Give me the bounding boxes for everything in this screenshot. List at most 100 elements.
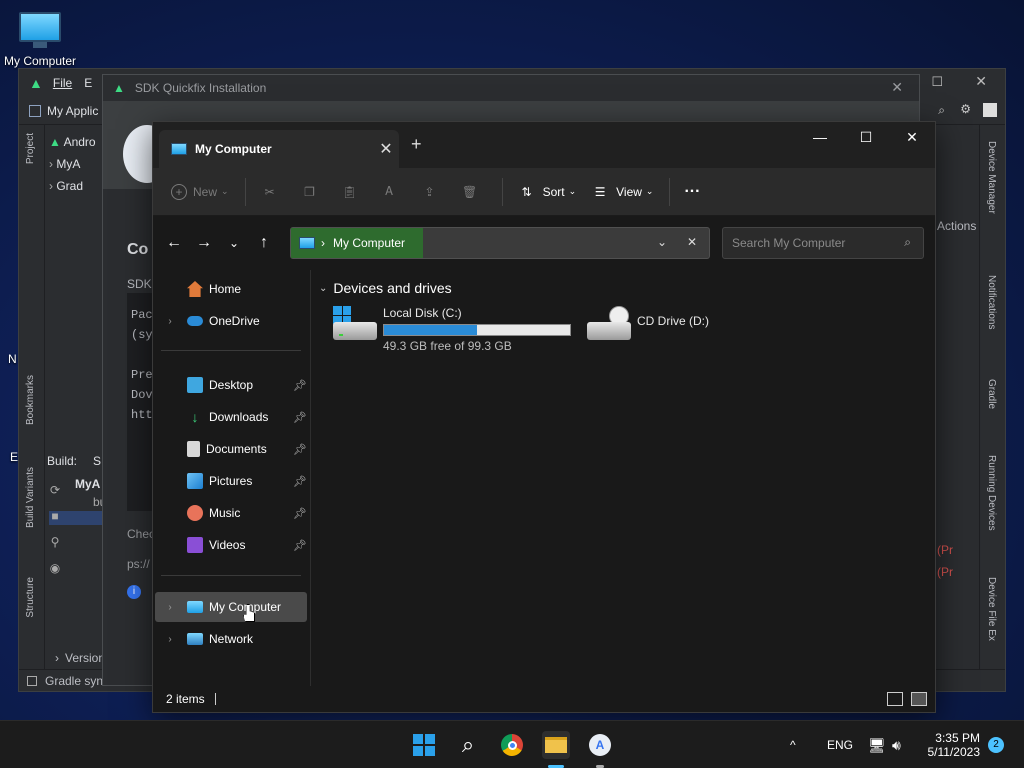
nav-item-home[interactable]: Home xyxy=(155,274,307,304)
details-view-icon[interactable] xyxy=(887,692,903,706)
file-explorer-icon[interactable] xyxy=(542,731,570,759)
menu-edit[interactable]: E xyxy=(84,76,92,90)
share-button[interactable]: ⇪ xyxy=(420,182,446,202)
close-icon[interactable]: ✕ xyxy=(975,73,987,90)
group-header-devices[interactable]: ⌄ Devices and drives xyxy=(319,280,452,296)
build-tab[interactable]: S xyxy=(93,454,101,468)
start-icon[interactable] xyxy=(410,731,438,759)
rename-button[interactable]: Ꭺ xyxy=(380,182,406,202)
version-control-tab[interactable]: › Version xyxy=(49,647,105,669)
paste-icon: 📋︎ xyxy=(341,184,358,199)
pin-icon[interactable]: 📌︎ xyxy=(293,411,307,424)
drive-usage-fill xyxy=(384,325,477,335)
tree-item[interactable]: › Grad xyxy=(49,175,96,197)
sort-button[interactable]: ⇅ Sort ⌄ xyxy=(517,182,577,202)
toolbar-separator xyxy=(244,177,246,206)
tab-my-computer[interactable]: My Computer ✕ xyxy=(159,130,399,168)
tab-notifications[interactable]: Notifications xyxy=(986,275,997,329)
network-tray-icon[interactable]: 🖥︎ xyxy=(868,721,886,768)
view-button[interactable]: ☰ View ⌄ xyxy=(590,182,654,202)
delete-button[interactable]: 🗑︎ xyxy=(460,182,486,202)
close-window-icon[interactable]: ✕ xyxy=(889,122,935,152)
avatar[interactable] xyxy=(983,103,997,117)
nav-item-desktop[interactable]: Desktop 📌︎ xyxy=(155,370,307,400)
android-studio-icon[interactable]: A xyxy=(586,731,614,759)
address-bar[interactable]: › My Computer ⌄ ✕ xyxy=(290,227,710,259)
paste-button[interactable]: 📋︎ xyxy=(340,182,366,202)
nav-item-my-computer[interactable]: › My Computer xyxy=(155,592,307,622)
close-icon[interactable]: ✕ xyxy=(891,79,903,96)
nav-item-onedrive[interactable]: › OneDrive xyxy=(155,306,307,336)
taskbar: ⌕ A ^ ENG 🖥︎ 🔊︎ 3:35 PM 5/11/2023 2 xyxy=(0,720,1024,768)
tab-bookmarks[interactable]: Bookmarks xyxy=(25,375,36,425)
maximize-icon[interactable]: ☐ xyxy=(843,122,889,152)
videos-icon xyxy=(187,537,203,553)
drive-free-space: 49.3 GB free of 99.3 GB xyxy=(383,339,512,353)
tree-item[interactable]: ▲ Andro xyxy=(49,131,96,153)
project-title[interactable]: My Applic xyxy=(47,104,98,118)
maximize-icon[interactable]: ☐ xyxy=(931,74,943,90)
language-indicator[interactable]: ENG xyxy=(827,721,853,768)
more-options-button[interactable]: ··· xyxy=(684,183,700,201)
gear-icon[interactable]: ⚙ xyxy=(960,102,971,116)
monitor-stand xyxy=(33,42,47,48)
tab-device-file-explorer[interactable]: Device File Ex xyxy=(986,577,997,641)
tray-overflow-icon[interactable]: ^ xyxy=(790,721,796,768)
nav-item-network[interactable]: › Network xyxy=(155,624,307,654)
tab-project[interactable]: Project xyxy=(25,133,36,164)
notification-badge[interactable]: 2 xyxy=(988,737,1004,753)
nav-item-documents[interactable]: Documents 📌︎ xyxy=(155,434,307,464)
up-arrow-icon[interactable]: ↑ xyxy=(249,234,279,252)
pin-icon[interactable]: 📌︎ xyxy=(293,443,307,456)
drive-item[interactable]: CD Drive (D:) xyxy=(587,306,709,342)
downloads-icon: ↓ xyxy=(191,409,199,425)
actions-label[interactable]: Actions xyxy=(937,219,976,233)
forward-arrow-icon[interactable]: → xyxy=(189,234,219,252)
volume-icon[interactable]: 🔊︎ xyxy=(892,721,901,768)
close-tab-icon[interactable]: ✕ xyxy=(373,139,399,159)
copy-button[interactable]: ❐ xyxy=(300,182,326,202)
copy-icon: ❐ xyxy=(304,184,315,199)
cut-button[interactable]: ✂ xyxy=(260,182,286,202)
desktop-folder-icon xyxy=(187,377,203,393)
clock[interactable]: 3:35 PM 5/11/2023 xyxy=(924,721,981,768)
address-dropdown-icon[interactable]: ⌄ xyxy=(657,235,667,249)
address-crumb[interactable]: › My Computer xyxy=(291,228,423,258)
pin-icon[interactable]: ⚲ xyxy=(45,529,65,555)
tab-build-variants[interactable]: Build Variants xyxy=(25,467,36,528)
clear-address-icon[interactable]: ✕ xyxy=(687,235,697,249)
pin-icon[interactable]: 📌︎ xyxy=(293,539,307,552)
file-explorer-window: My Computer ✕ + — ☐ ✕ + New ⌄ ✂ ❐ 📋︎ Ꭺ ⇪… xyxy=(152,121,936,713)
pin-icon[interactable]: 📌︎ xyxy=(293,507,307,520)
new-button[interactable]: + New ⌄ xyxy=(171,183,229,200)
drive-item[interactable]: Local Disk (C:) 49.3 GB free of 99.3 GB xyxy=(333,306,571,353)
tab-running-devices[interactable]: Running Devices xyxy=(986,455,997,531)
desktop-icon-my-computer[interactable]: My Computer xyxy=(2,8,78,68)
tab-structure[interactable]: Structure xyxy=(25,577,36,618)
chrome-icon[interactable] xyxy=(498,731,526,759)
pin-icon[interactable]: 📌︎ xyxy=(293,379,307,392)
back-arrow-icon[interactable]: ← xyxy=(159,234,189,252)
search-icon[interactable]: ⌕ xyxy=(454,731,482,759)
crumb-chevron-icon: › xyxy=(321,236,325,250)
pin-icon[interactable]: 📌︎ xyxy=(293,475,307,488)
check-label: Chec xyxy=(127,527,156,541)
tab-device-manager[interactable]: Device Manager xyxy=(986,141,997,214)
nav-separator xyxy=(161,350,301,351)
nav-item-pictures[interactable]: Pictures 📌︎ xyxy=(155,466,307,496)
eye-icon[interactable]: ◉ xyxy=(45,555,65,581)
new-tab-button[interactable]: + xyxy=(411,134,422,155)
stop-icon[interactable]: ■ xyxy=(45,503,65,529)
nav-item-downloads[interactable]: ↓ Downloads 📌︎ xyxy=(155,402,308,432)
tree-item[interactable]: › MyA xyxy=(49,153,96,175)
search-input[interactable]: Search My Computer ⌕ xyxy=(722,227,924,259)
minimize-icon[interactable]: — xyxy=(797,122,843,152)
nav-item-music[interactable]: Music 📌︎ xyxy=(155,498,307,528)
tiles-view-icon[interactable] xyxy=(911,692,927,706)
nav-item-videos[interactable]: Videos 📌︎ xyxy=(155,530,307,560)
refresh-icon[interactable]: ⟳ xyxy=(45,477,65,503)
menu-file[interactable]: File xyxy=(53,76,72,90)
tab-gradle[interactable]: Gradle xyxy=(986,379,997,409)
recent-chevron-icon[interactable]: ⌄ xyxy=(219,236,249,250)
search-icon[interactable]: ⌕ xyxy=(938,103,945,118)
